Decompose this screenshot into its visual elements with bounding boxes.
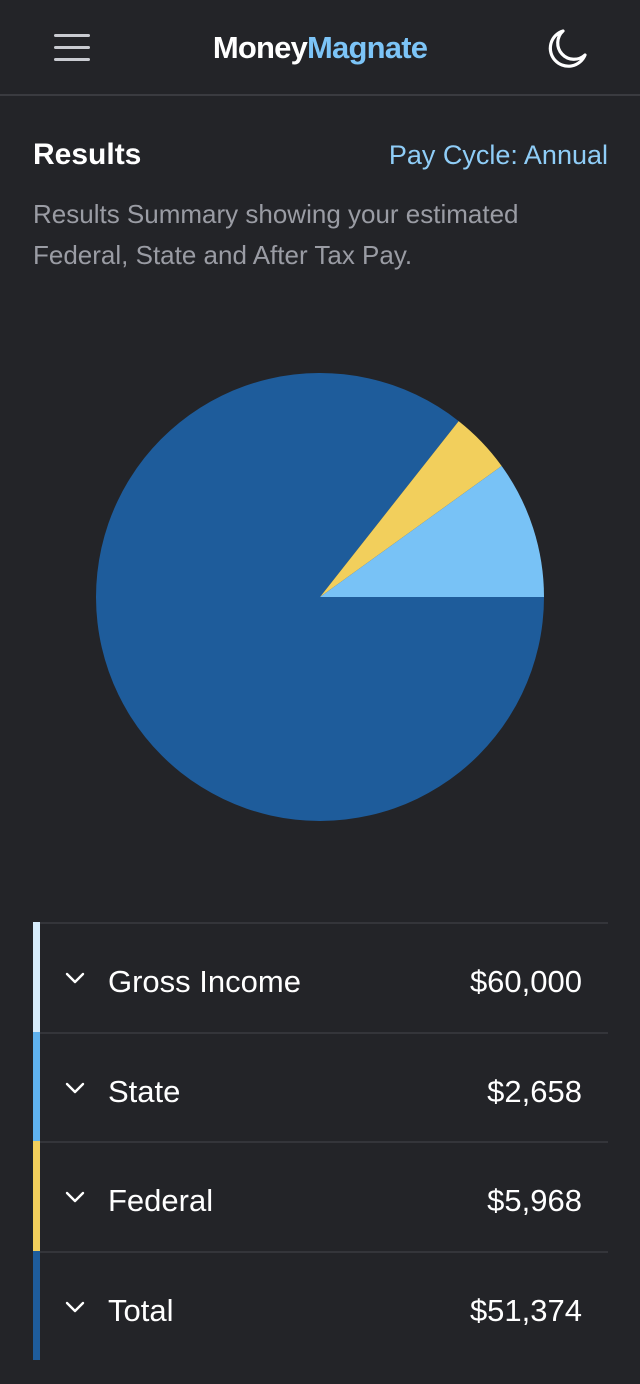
row-color-bar <box>33 1141 40 1251</box>
row-label: Federal <box>108 1183 214 1218</box>
results-header: Results Pay Cycle: Annual <box>33 138 608 178</box>
row-color-bar <box>33 1250 40 1360</box>
row-value: $60,000 <box>469 964 582 999</box>
results-summary-text: Results Summary showing your estimated F… <box>33 199 519 270</box>
logo-money: Money <box>212 30 308 65</box>
moon-icon[interactable] <box>544 24 592 72</box>
results-title: Results <box>33 138 142 171</box>
row-value: $2,658 <box>487 1073 582 1109</box>
chevron-down-icon[interactable] <box>63 1295 87 1319</box>
breakdown-row[interactable]: Gross Income $60,000 <box>33 922 608 1032</box>
row-value: $51,374 <box>469 1292 582 1328</box>
row-color-bar <box>33 922 40 1032</box>
results-pie-chart <box>96 373 544 821</box>
chevron-down-icon[interactable] <box>63 1076 87 1100</box>
row-label: Total <box>108 1292 174 1328</box>
breakdown-row[interactable]: State $2,658 <box>33 1031 608 1141</box>
breakdown-row[interactable]: Federal $5,968 <box>33 1141 608 1251</box>
chevron-down-icon[interactable] <box>63 966 87 990</box>
row-value: $5,968 <box>487 1183 582 1218</box>
breakdown-row[interactable]: Total $51,374 <box>33 1250 608 1360</box>
row-label: Gross Income <box>108 964 301 999</box>
pay-cycle-link[interactable]: Pay Cycle: Annual <box>389 140 608 171</box>
chevron-down-icon[interactable] <box>63 1185 87 1209</box>
logo-magnate: Magnate <box>307 30 428 65</box>
row-label: State <box>108 1073 181 1109</box>
top-bar: MoneyMagnate <box>0 0 640 96</box>
results-breakdown-list: Gross Income $60,000 State $2,658 Federal $5,… <box>33 922 608 1360</box>
row-color-bar <box>33 1031 40 1141</box>
